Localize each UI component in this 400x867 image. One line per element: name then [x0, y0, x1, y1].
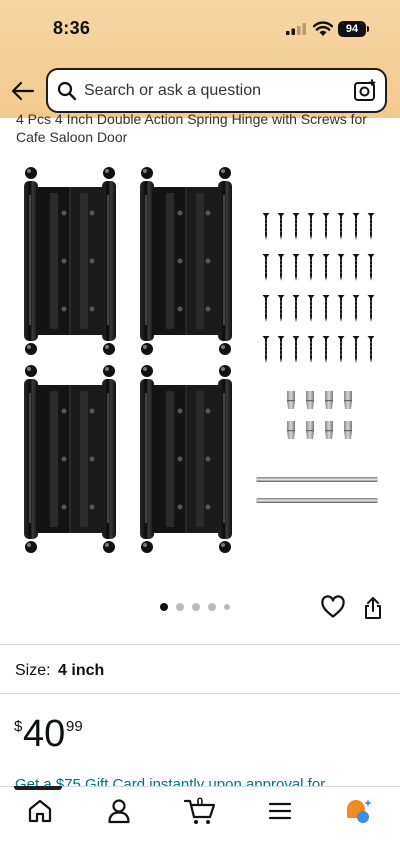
- rufus-icon: [347, 799, 372, 823]
- camera-icon[interactable]: [353, 79, 377, 103]
- nav-cart[interactable]: 0: [180, 795, 220, 827]
- active-tab-indicator: [14, 786, 62, 790]
- cart-count: 0: [196, 795, 204, 809]
- signal-icon: [286, 23, 306, 35]
- share-icon[interactable]: [362, 596, 384, 620]
- promo-banner[interactable]: Get a $75 Gift Card instantly upon appro…: [0, 772, 400, 786]
- status-bar: 8:36 94: [0, 0, 400, 60]
- account-icon: [108, 799, 130, 824]
- heart-icon[interactable]: [320, 595, 346, 619]
- wifi-icon: [313, 21, 333, 36]
- gallery-dot[interactable]: [224, 604, 230, 610]
- nav-account[interactable]: [99, 795, 139, 827]
- back-arrow-icon[interactable]: [10, 78, 36, 104]
- status-time: 8:36: [53, 18, 91, 38]
- product-title: 4 Pcs 4 Inch Double Action Spring Hinge …: [16, 111, 367, 145]
- bushings: [287, 391, 352, 439]
- gallery-dot[interactable]: [176, 603, 184, 611]
- nav-menu[interactable]: [260, 795, 300, 827]
- gallery-dot[interactable]: [192, 603, 200, 611]
- price-symbol: $: [14, 718, 23, 735]
- size-label: Size:: [15, 662, 51, 679]
- gallery-dot[interactable]: [160, 603, 168, 611]
- price-fraction: 99: [66, 718, 83, 735]
- divider: [0, 693, 400, 694]
- search-bar[interactable]: [46, 68, 387, 113]
- price-whole: 40: [23, 713, 66, 755]
- promo-link[interactable]: Get a $75 Gift Card instantly upon appro…: [15, 776, 325, 786]
- divider: [0, 644, 400, 645]
- nav-home[interactable]: [20, 795, 60, 827]
- nav-rufus[interactable]: [338, 795, 378, 827]
- battery-indicator: 94: [338, 21, 369, 37]
- product-image[interactable]: [0, 155, 400, 560]
- size-value: 4 inch: [58, 662, 105, 679]
- gallery-dot[interactable]: [208, 603, 216, 611]
- home-icon: [28, 799, 52, 823]
- search-icon: [57, 81, 77, 101]
- gallery-pagination[interactable]: [160, 600, 230, 614]
- search-input[interactable]: [84, 79, 344, 103]
- size-selector[interactable]: Size: 4 inch: [15, 662, 104, 680]
- menu-icon: [268, 802, 292, 820]
- screws: [262, 212, 375, 364]
- header: 8:36 94: [0, 0, 400, 118]
- bottom-nav: 0: [0, 786, 400, 867]
